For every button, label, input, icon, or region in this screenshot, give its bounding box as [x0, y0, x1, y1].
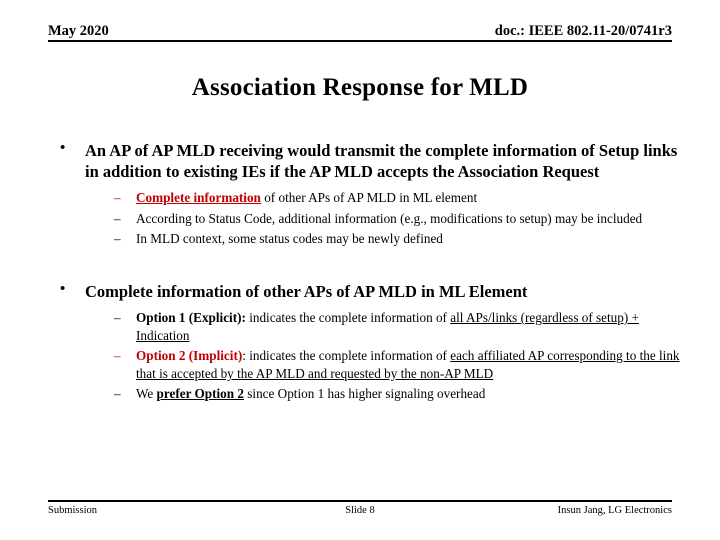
sub-bullet-text-part: indicates the complete information of [245, 309, 451, 325]
sub-bullet-text-part: Option 2 (Implicit) [136, 348, 243, 364]
sub-bullet-text-part: In MLD context, some status codes may be… [136, 231, 443, 247]
sub-bullet-text-part: since Option 1 has higher signaling over… [243, 386, 486, 402]
dash-icon: – [114, 190, 121, 206]
page-title: Association Response for MLD [191, 74, 529, 101]
footer-slide-number: Slide 8 [345, 505, 375, 516]
spacer [56, 251, 686, 281]
header-divider [48, 40, 672, 43]
dash-icon: – [114, 231, 121, 247]
dash-icon: – [114, 309, 121, 325]
sub-bullet-text-part: Option 1 (Explicit): [136, 309, 246, 325]
list-item: – Complete information of other APs of A… [114, 189, 686, 207]
list-item: – According to Status Code, additional i… [114, 210, 686, 228]
list-item: • Complete information of other APs of A… [56, 281, 686, 403]
header-row: May 2020 doc.: IEEE 802.11-20/0741r3 [48, 23, 672, 39]
list-item: – In MLD context, some status codes may … [114, 230, 686, 248]
bullet-text: Complete information of other APs of AP … [85, 281, 528, 301]
sub-bullet-text-part: of other APs of AP MLD in ML element [260, 190, 478, 206]
bullet-icon: • [60, 140, 66, 156]
slide-body: • An AP of AP MLD receiving would transm… [56, 140, 686, 406]
sub-bullet-text-part: Complete information [136, 190, 261, 206]
list-item: • An AP of AP MLD receiving would transm… [56, 140, 686, 248]
dash-icon: – [114, 210, 121, 226]
bullet-icon: • [60, 280, 66, 297]
sub-bullet-text-part: We [136, 386, 157, 402]
footer-submission-label: Submission [48, 505, 98, 516]
list-item: – We prefer Option 2 since Option 1 has … [114, 385, 686, 403]
header-date: May 2020 [48, 23, 109, 39]
slide-header: May 2020 doc.: IEEE 802.11-20/0741r3 [48, 23, 672, 48]
footer-author: Insun Jang, LG Electronics [557, 505, 672, 516]
list-item: – Option 1 (Explicit): indicates the com… [114, 309, 686, 344]
bullet-text: An AP of AP MLD receiving would transmit… [85, 141, 678, 182]
sub-bullet-text-part: : indicates the complete information of [242, 348, 451, 364]
slide-footer: Submission Slide 8 Insun Jang, LG Electr… [48, 500, 672, 518]
list-item: – Option 2 (Implicit): indicates the com… [114, 347, 686, 382]
sub-bullet-text-part: prefer Option 2 [156, 386, 244, 402]
sub-bullet-text-part: According to Status Code, additional inf… [136, 210, 643, 226]
sub-bullet-list: – Option 1 (Explicit): indicates the com… [85, 309, 686, 403]
dash-icon: – [114, 386, 121, 402]
footer-row: Submission Slide 8 Insun Jang, LG Electr… [48, 502, 672, 518]
header-doc-number: doc.: IEEE 802.11-20/0741r3 [494, 23, 672, 39]
bullet-list: • An AP of AP MLD receiving would transm… [56, 140, 686, 403]
sub-bullet-list: – Complete information of other APs of A… [85, 189, 686, 248]
dash-icon: – [114, 348, 121, 364]
